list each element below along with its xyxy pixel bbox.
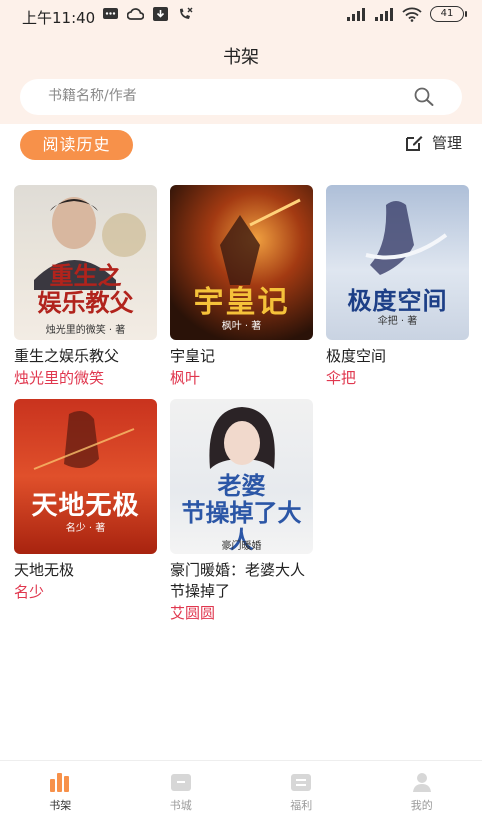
book-title: 宇皇记: [170, 347, 216, 365]
message-icon: [103, 8, 118, 19]
cover-author: 烛光里的微笑 · 著: [45, 325, 126, 336]
tab-label: 我的: [410, 799, 433, 812]
missed-call-icon: [180, 7, 193, 19]
status-bar: 上午11:40 41: [0, 0, 482, 30]
search-icon[interactable]: [414, 87, 434, 107]
cover-author: 枫叶 · 著: [221, 321, 262, 332]
book-cover[interactable]: 极度空间 伞把 · 著: [326, 185, 469, 340]
signal-hd-icon: [347, 8, 365, 21]
edit-icon: [405, 135, 423, 151]
bookshelf-icon: [50, 773, 70, 792]
book-item[interactable]: 极度空间 伞把 · 著 极度空间 伞把: [326, 185, 469, 389]
book-title: 极度空间: [326, 347, 387, 365]
book-title: 豪门暖婚：老婆大人节操掉了: [170, 561, 306, 600]
cover-title: 天地无极: [31, 491, 140, 521]
book-title: 重生之娱乐教父: [14, 347, 120, 365]
book-cover[interactable]: 宇皇记 枫叶 · 著: [170, 185, 313, 340]
cover-title: 重生之 娱乐教父: [37, 262, 134, 317]
tab-bookshelf[interactable]: 书架: [0, 761, 121, 814]
book-title: 天地无极: [14, 561, 75, 579]
download-icon: [153, 7, 168, 21]
gift-icon: [291, 774, 312, 791]
book-author: 伞把: [326, 369, 357, 387]
manage-label: 管理: [431, 134, 462, 152]
cover-author: 豪门暖婚: [221, 541, 262, 552]
cover-title: 极度空间: [347, 287, 448, 315]
bookstore-icon: [170, 774, 191, 791]
tab-mine[interactable]: 我的: [362, 761, 482, 814]
book-item[interactable]: 天地无极 名少 · 著 天地无极 名少: [14, 399, 157, 603]
cover-author: 伞把 · 著: [377, 316, 418, 327]
profile-icon: [412, 773, 431, 792]
book-cover[interactable]: 重生之 娱乐教父 烛光里的微笑 · 著: [14, 185, 157, 340]
book-cover[interactable]: 老婆 节操掉了大人 豪门暖婚: [170, 399, 313, 554]
cover-author: 名少 · 著: [65, 523, 106, 534]
wifi-icon: [402, 7, 422, 22]
search-input[interactable]: [48, 88, 368, 104]
book-author: 艾圆圆: [170, 604, 216, 622]
signal-icon: [375, 8, 393, 21]
tab-bookstore[interactable]: 书城: [121, 761, 242, 814]
book-author: 名少: [14, 583, 45, 601]
book-author: 烛光里的微笑: [14, 369, 105, 387]
reading-history-button[interactable]: 阅读历史: [20, 130, 133, 160]
book-cover[interactable]: 天地无极 名少 · 著: [14, 399, 157, 554]
bottom-tab-bar: 书架 书城 福利 我的: [0, 760, 482, 814]
tab-label: 福利: [290, 799, 313, 812]
tab-welfare[interactable]: 福利: [241, 761, 362, 814]
tab-label: 书架: [49, 799, 72, 812]
cover-title: 宇皇记: [193, 285, 290, 320]
tab-label: 书城: [169, 799, 192, 812]
search-bar[interactable]: [20, 79, 462, 115]
book-author: 枫叶: [170, 369, 201, 387]
book-item[interactable]: 重生之 娱乐教父 烛光里的微笑 · 著 重生之娱乐教父 烛光里的微笑: [14, 185, 157, 389]
cloud-icon: [127, 8, 144, 20]
page-title: 书架: [223, 47, 259, 68]
book-item[interactable]: 宇皇记 枫叶 · 著 宇皇记 枫叶: [170, 185, 313, 389]
book-item[interactable]: 老婆 节操掉了大人 豪门暖婚 豪门暖婚：老婆大人节操掉了 艾圆圆: [170, 399, 313, 624]
battery-icon: 41: [430, 6, 467, 22]
status-time: 上午11:40: [22, 9, 96, 27]
manage-button[interactable]: 管理: [404, 132, 462, 153]
